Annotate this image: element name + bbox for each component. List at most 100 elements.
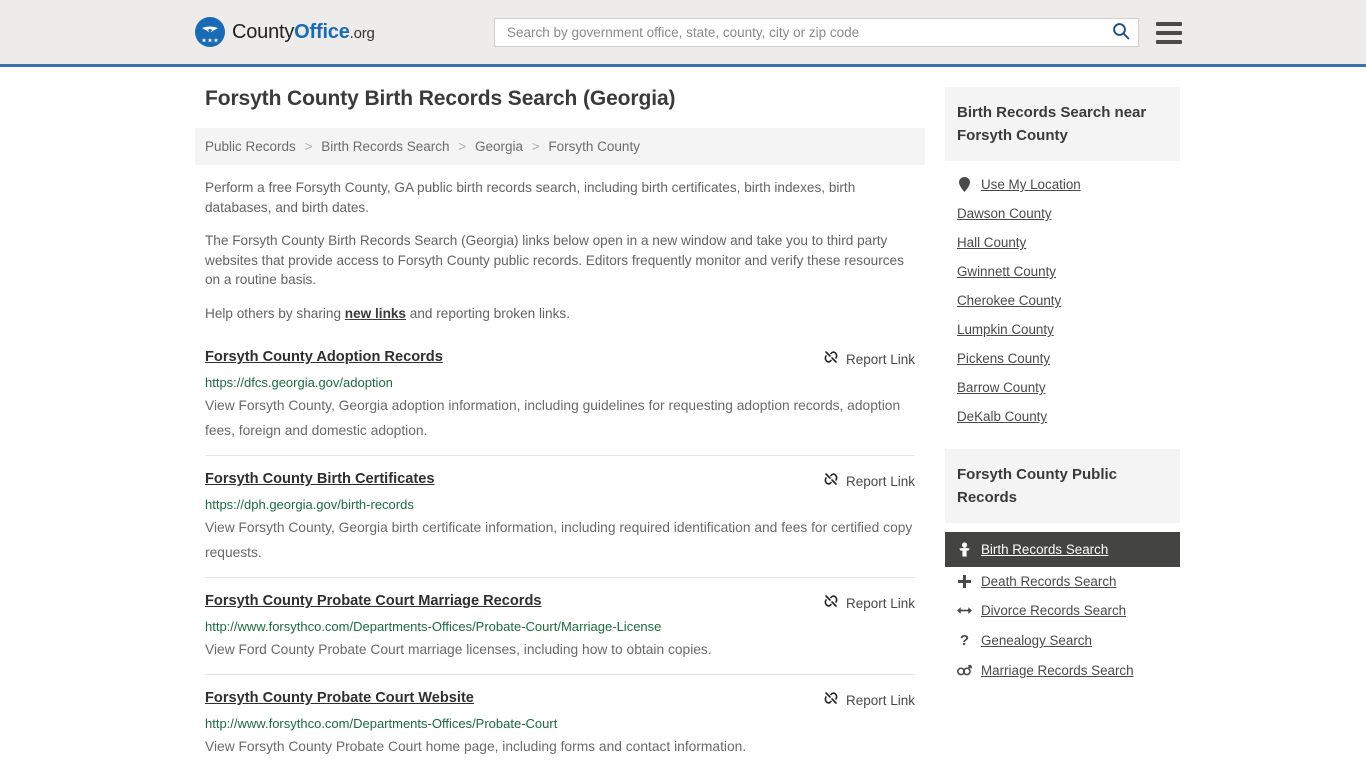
intro-paragraph-3: Help others by sharing new links and rep…	[205, 304, 915, 324]
new-links-link[interactable]: new links	[345, 306, 406, 321]
search-box[interactable]	[494, 18, 1139, 47]
result-url: https://dfcs.georgia.gov/adoption	[205, 375, 393, 390]
sidebar-link-label[interactable]: Marriage Records Search	[981, 663, 1134, 678]
result-url: https://dph.georgia.gov/birth-records	[205, 497, 414, 512]
sidebar-link-label[interactable]: Birth Records Search	[981, 542, 1108, 557]
report-link-label: Report Link	[845, 474, 915, 489]
sidebar-link-label[interactable]: DeKalb County	[957, 409, 1047, 424]
breadcrumb-separator: >	[458, 139, 467, 154]
report-link-label: Report Link	[845, 596, 915, 611]
report-link-button[interactable]: Report Link	[823, 469, 915, 492]
site-header: CountyOffice.org	[0, 0, 1366, 67]
result-item: Forsyth County Probate Court Marriage Re…	[205, 577, 915, 674]
sidebar-item-pickens-county[interactable]: Pickens County	[945, 344, 1180, 373]
sidebar-link-label[interactable]: Barrow County	[957, 380, 1046, 395]
hamburger-bar	[1156, 30, 1182, 35]
report-link-label: Report Link	[845, 352, 915, 367]
question-mark-icon: ?	[959, 632, 970, 649]
sidebar: Birth Records Search near Forsyth County…	[945, 87, 1180, 768]
report-link-button[interactable]: Report Link	[823, 688, 915, 711]
intro-text: Perform a free Forsyth County, GA public…	[205, 178, 915, 323]
result-item: Forsyth County Adoption Records Report L…	[205, 343, 915, 455]
sidebar-item-divorce-records-search[interactable]: Divorce Records Search	[945, 596, 1180, 625]
map-pin-icon	[957, 177, 972, 192]
result-description: View Forsyth County, Georgia birth certi…	[205, 520, 913, 560]
breadcrumb-item-georgia[interactable]: Georgia	[475, 139, 523, 154]
logo-text-org: .org	[349, 24, 375, 42]
results-list: Forsyth County Adoption Records Report L…	[205, 339, 915, 768]
logo-wordmark: CountyOffice.org	[232, 21, 375, 44]
sidebar-link-label[interactable]: Pickens County	[957, 351, 1050, 366]
result-title-link[interactable]: Forsyth County Birth Certificates	[205, 469, 434, 489]
left-right-arrow-icon	[957, 605, 972, 616]
result-item: Forsyth County Birth Certificates Report…	[205, 455, 915, 577]
result-header: Forsyth County Adoption Records Report L…	[205, 347, 915, 370]
sidebar-link-label[interactable]: Dawson County	[957, 206, 1052, 221]
search-button[interactable]	[1110, 22, 1132, 43]
sidebar-item-birth-records-search[interactable]: Birth Records Search	[945, 532, 1180, 567]
sidebar-item-gwinnett-county[interactable]: Gwinnett County	[945, 257, 1180, 286]
report-link-button[interactable]: Report Link	[823, 347, 915, 370]
result-description: View Ford County Probate Court marriage …	[205, 642, 712, 657]
site-logo[interactable]: CountyOffice.org	[195, 17, 375, 47]
sidebar-link-label[interactable]: Divorce Records Search	[981, 603, 1126, 618]
sidebar-item-hall-county[interactable]: Hall County	[945, 228, 1180, 257]
hamburger-bar	[1156, 21, 1182, 26]
result-header: Forsyth County Probate Court Website Rep…	[205, 688, 915, 711]
sidebar-item-death-records-search[interactable]: Death Records Search	[945, 567, 1180, 596]
result-url: http://www.forsythco.com/Departments-Off…	[205, 619, 662, 634]
report-link-button[interactable]: Report Link	[823, 591, 915, 614]
public-records-heading: Forsyth County Public Records	[945, 449, 1180, 523]
broken-link-icon	[823, 593, 839, 614]
page-body: Forsyth County Birth Records Search (Geo…	[0, 67, 1366, 768]
share-suffix-text: and reporting broken links.	[406, 305, 570, 321]
main-content: Forsyth County Birth Records Search (Geo…	[195, 87, 925, 768]
sidebar-item-cherokee-county[interactable]: Cherokee County	[945, 286, 1180, 315]
sidebar-item-use-my-location[interactable]: Use My Location	[945, 170, 1180, 199]
breadcrumb-item-birth-records-search[interactable]: Birth Records Search	[321, 139, 449, 154]
broken-link-icon	[823, 471, 839, 492]
search-icon	[1112, 22, 1130, 43]
hamburger-menu-icon[interactable]	[1156, 21, 1182, 44]
nearby-list: Use My Location Dawson County Hall Count…	[945, 161, 1180, 443]
report-link-label: Report Link	[845, 693, 915, 708]
male-female-icon	[957, 664, 972, 677]
baby-icon	[957, 542, 972, 557]
sidebar-link-label[interactable]: Gwinnett County	[957, 264, 1056, 279]
public-records-list: Birth Records Search Death Records Searc…	[945, 523, 1180, 697]
breadcrumb-separator: >	[304, 139, 313, 154]
result-title-link[interactable]: Forsyth County Probate Court Marriage Re…	[205, 591, 542, 611]
sidebar-link-label[interactable]: Hall County	[957, 235, 1026, 250]
breadcrumb-item-forsyth-county[interactable]: Forsyth County	[548, 139, 640, 154]
intro-paragraph-2: The Forsyth County Birth Records Search …	[205, 233, 904, 287]
search-input[interactable]	[505, 24, 1110, 41]
sidebar-item-dawson-county[interactable]: Dawson County	[945, 199, 1180, 228]
result-url: http://www.forsythco.com/Departments-Off…	[205, 716, 558, 731]
result-title-link[interactable]: Forsyth County Probate Court Website	[205, 688, 474, 708]
sidebar-link-label[interactable]: Cherokee County	[957, 293, 1061, 308]
breadcrumb-item-public-records[interactable]: Public Records	[205, 139, 296, 154]
result-description: View Forsyth County Probate Court home p…	[205, 739, 747, 754]
sidebar-item-barrow-county[interactable]: Barrow County	[945, 373, 1180, 402]
intro-paragraph-1: Perform a free Forsyth County, GA public…	[205, 180, 856, 215]
cross-icon	[957, 575, 972, 588]
result-title-link[interactable]: Forsyth County Adoption Records	[205, 347, 443, 367]
sidebar-link-label[interactable]: Genealogy Search	[981, 633, 1092, 648]
eagle-seal-icon	[195, 17, 225, 47]
sidebar-item-dekalb-county[interactable]: DeKalb County	[945, 402, 1180, 431]
logo-text-office: Office	[294, 20, 350, 43]
sidebar-link-label[interactable]: Death Records Search	[981, 574, 1116, 589]
share-prefix-text: Help others by sharing	[205, 305, 345, 321]
sidebar-item-marriage-records-search[interactable]: Marriage Records Search	[945, 656, 1180, 685]
broken-link-icon	[823, 349, 839, 370]
result-item: Forsyth County Probate Court Website Rep…	[205, 674, 915, 768]
header-search-area	[494, 18, 1182, 47]
sidebar-link-label[interactable]: Use My Location	[981, 177, 1081, 192]
result-header: Forsyth County Birth Certificates Report…	[205, 469, 915, 492]
nearby-panel-heading: Birth Records Search near Forsyth County	[945, 87, 1180, 161]
hamburger-bar	[1156, 39, 1182, 44]
sidebar-item-lumpkin-county[interactable]: Lumpkin County	[945, 315, 1180, 344]
sidebar-item-genealogy-search[interactable]: ? Genealogy Search	[945, 625, 1180, 656]
sidebar-link-label[interactable]: Lumpkin County	[957, 322, 1054, 337]
breadcrumb: Public Records > Birth Records Search > …	[195, 128, 925, 165]
